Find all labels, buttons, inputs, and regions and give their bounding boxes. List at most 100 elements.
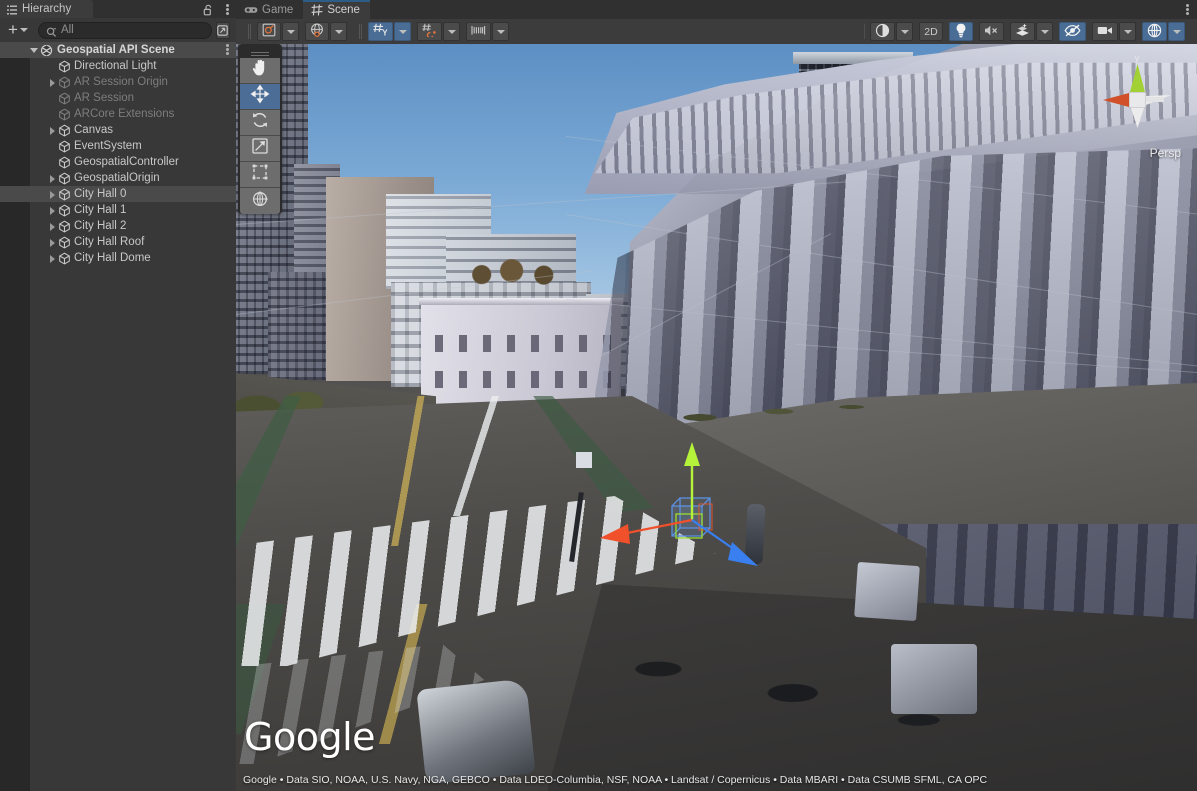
move-gizmo[interactable]	[566, 434, 786, 624]
hierarchy-item-label: EventSystem	[74, 140, 142, 152]
hidden-objects-icon-button[interactable]	[1059, 22, 1086, 41]
hierarchy-scene-row[interactable]: Geospatial API Scene	[0, 42, 236, 58]
dropdown-arrow-button[interactable]	[1036, 22, 1053, 41]
scale-icon	[250, 136, 270, 161]
view-tabbar-menu-icon[interactable]	[1186, 4, 1189, 15]
palette-drag-handle[interactable]	[238, 46, 282, 58]
rect-transform-icon	[250, 162, 270, 187]
dropdown-arrow-button[interactable]	[394, 22, 411, 41]
gamepad-icon	[244, 5, 258, 15]
pivot-center-icon-button[interactable]	[257, 22, 281, 41]
building-glass-tower-roof	[793, 52, 913, 64]
dropdown-arrow-button[interactable]	[443, 22, 460, 41]
increment-snap-icon-button[interactable]	[466, 22, 491, 41]
lane-line-white	[406, 396, 546, 516]
scene-orientation-gizmo[interactable]: y x Persp	[1093, 50, 1189, 155]
popout-button[interactable]	[216, 22, 230, 39]
add-gameobject-button[interactable]: +	[6, 21, 32, 39]
hierarchy-item-row[interactable]: AR Session Origin	[0, 74, 236, 90]
chevron-down-icon	[497, 30, 505, 34]
hierarchy-item-row[interactable]: Canvas	[0, 122, 236, 138]
gameobject-icon	[58, 60, 71, 73]
hierarchy-search[interactable]	[38, 22, 212, 39]
tab-label: Scene	[327, 4, 360, 16]
search-input[interactable]	[61, 24, 211, 36]
hierarchy-item-label: City Hall 2	[74, 220, 126, 232]
tab-scene[interactable]: Scene	[303, 0, 370, 19]
dropdown-arrow-button[interactable]	[1119, 22, 1136, 41]
tab-game[interactable]: Game	[236, 0, 303, 19]
audio-mute-icon-button[interactable]	[979, 22, 1004, 41]
camera-icon-button[interactable]	[1092, 22, 1118, 41]
move-tool[interactable]	[240, 84, 280, 110]
twisty-spacer	[48, 142, 57, 151]
toolbar-separator	[359, 24, 362, 39]
gizmos-icon-button[interactable]	[1142, 22, 1167, 41]
chevron-right-icon[interactable]	[48, 238, 57, 247]
dropdown-arrow-button[interactable]	[1168, 22, 1185, 41]
hierarchy-item-row[interactable]: GeospatialController	[0, 154, 236, 170]
hierarchy-item-row[interactable]: City Hall 1	[0, 202, 236, 218]
global-local-icon-button[interactable]	[305, 22, 329, 41]
hierarchy-item-row[interactable]: EventSystem	[0, 138, 236, 154]
view-tabbar: Game Scene	[236, 0, 1197, 19]
hierarchy-item-row[interactable]: GeospatialOrigin	[0, 170, 236, 186]
chevron-down-icon	[901, 30, 909, 34]
shading-mode-icon-button[interactable]	[870, 22, 895, 41]
rooftop-trees	[461, 259, 576, 285]
hidden-objects-icon	[1064, 24, 1081, 40]
dropdown-arrow-button[interactable]	[330, 22, 347, 41]
rotate-tool[interactable]	[240, 110, 280, 136]
hierarchy-item-row[interactable]: ARCore Extensions	[0, 106, 236, 122]
chevron-down-icon	[1041, 30, 1049, 34]
chevron-down-icon[interactable]	[30, 46, 39, 55]
hierarchy-item-row[interactable]: City Hall Roof	[0, 234, 236, 250]
lock-open-icon[interactable]	[203, 3, 214, 15]
tab-hierarchy[interactable]: Hierarchy	[0, 0, 93, 18]
chevron-right-icon[interactable]	[48, 174, 57, 183]
move-arrows-icon	[250, 84, 270, 109]
hierarchy-tree[interactable]: Geospatial API SceneDirectional LightAR …	[0, 42, 236, 791]
hierarchy-item-label: Geospatial API Scene	[57, 44, 175, 56]
hierarchy-item-row[interactable]: Directional Light	[0, 58, 236, 74]
transform-tool[interactable]	[240, 188, 280, 214]
tab-label: Game	[262, 4, 293, 16]
scene-tool-palette[interactable]	[238, 44, 282, 214]
grid-axis-y-icon-button[interactable]: Y	[368, 22, 393, 41]
gameobject-icon	[58, 76, 71, 89]
gizmo-projection-label[interactable]: Persp	[1150, 146, 1181, 160]
dropdown-arrow-button[interactable]	[896, 22, 913, 41]
lightbulb-icon-button[interactable]	[949, 22, 973, 41]
label-2D-button[interactable]: 2D	[919, 22, 943, 41]
dropdown-arrow-button[interactable]	[492, 22, 509, 41]
hierarchy-item-label: City Hall 0	[74, 188, 126, 200]
hierarchy-toolbar: +	[0, 18, 236, 42]
hierarchy-item-row[interactable]: City Hall 0	[0, 186, 236, 202]
chevron-right-icon[interactable]	[48, 222, 57, 231]
scale-tool[interactable]	[240, 136, 280, 162]
chevron-right-icon[interactable]	[48, 254, 57, 263]
scene-viewport[interactable]: y x Persp Google Google • Data SIO, NOAA…	[236, 44, 1197, 791]
gameobject-icon	[58, 220, 71, 233]
grid-snap-icon	[422, 23, 437, 40]
fx-effects-icon-button[interactable]	[1010, 22, 1035, 41]
chevron-right-icon[interactable]	[48, 190, 57, 199]
grid-snap-icon-button[interactable]	[417, 22, 442, 41]
twisty-spacer	[48, 110, 57, 119]
toolbar-separator	[248, 24, 251, 39]
chevron-right-icon[interactable]	[48, 126, 57, 135]
chevron-right-icon[interactable]	[48, 78, 57, 87]
scene-context-menu-icon[interactable]	[226, 44, 229, 55]
hierarchy-item-row[interactable]: City Hall 2	[0, 218, 236, 234]
hierarchy-item-row[interactable]: City Hall Dome	[0, 250, 236, 266]
hierarchy-tabbar: Hierarchy	[0, 0, 236, 18]
scene-grid-icon	[311, 4, 323, 16]
hierarchy-item-row[interactable]: AR Session	[0, 90, 236, 106]
hierarchy-menu-icon[interactable]	[226, 4, 229, 15]
dropdown-arrow-button[interactable]	[282, 22, 299, 41]
rect-tool[interactable]	[240, 162, 280, 188]
chevron-down-icon	[335, 30, 343, 34]
hand-tool[interactable]	[240, 58, 280, 84]
chevron-right-icon[interactable]	[48, 206, 57, 215]
hierarchy-icon	[6, 3, 18, 15]
